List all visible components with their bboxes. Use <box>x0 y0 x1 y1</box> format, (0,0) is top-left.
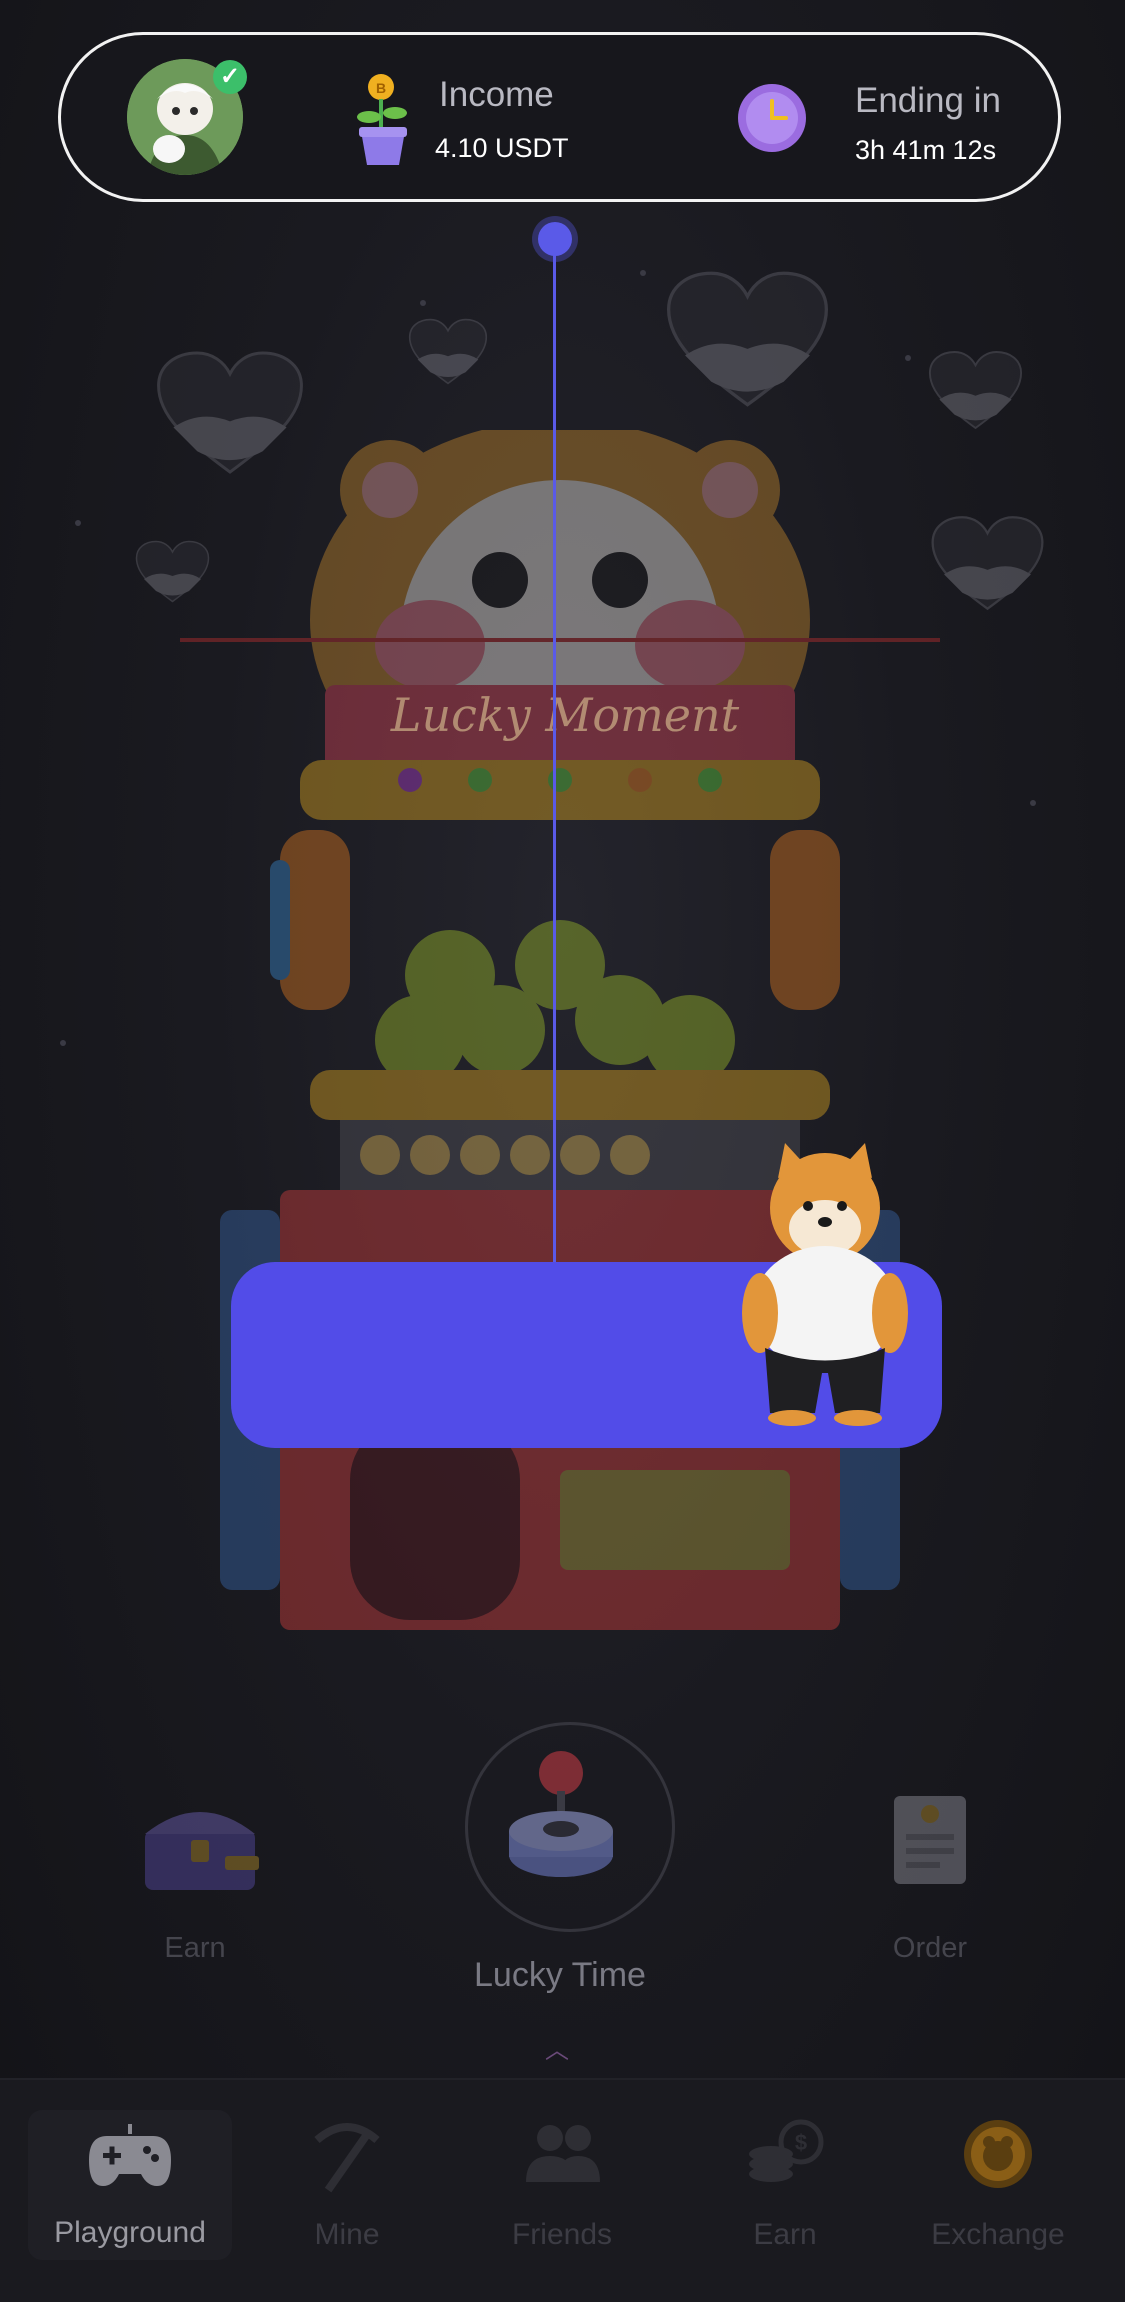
heart-icon <box>408 318 488 385</box>
machine-title: Lucky Moment <box>390 688 740 742</box>
star-decoration <box>75 520 81 526</box>
income-label: Income <box>439 75 554 114</box>
nav-label-earn: Earn <box>753 2218 817 2251</box>
receipt-icon[interactable] <box>880 1790 980 1890</box>
claw-string <box>553 240 556 1265</box>
nav-item-playground[interactable]: Playground <box>28 2110 232 2260</box>
star-decoration <box>905 355 911 361</box>
exchange-coin-icon <box>964 2120 1032 2188</box>
claw-pivot <box>538 222 572 256</box>
verified-badge-icon: ✓ <box>213 60 247 94</box>
star-decoration <box>1030 800 1036 806</box>
nav-label-friends: Friends <box>511 2218 613 2251</box>
countdown-timer: 3h 41m 12s <box>855 135 997 165</box>
nav-item-friends[interactable]: Friends <box>462 2080 662 2302</box>
star-decoration <box>60 1040 66 1046</box>
nav-label-exchange: Exchange <box>931 2218 1065 2251</box>
ending-in-label: Ending in <box>855 81 1001 120</box>
order-action-label[interactable]: Order <box>830 1932 1030 1965</box>
claw-machine-illustration <box>180 430 940 1630</box>
shiba-mascot-icon <box>742 1143 908 1426</box>
income-value: 4.10 USDT <box>435 133 569 163</box>
nav-item-exchange[interactable]: Exchange <box>898 2080 1098 2302</box>
heart-icon <box>928 351 1023 430</box>
gamepad-icon <box>89 2124 171 2186</box>
treasure-chest-icon[interactable] <box>135 1790 265 1900</box>
nav-label-mine: Mine <box>314 2218 380 2251</box>
svg-text:$: $ <box>795 2130 807 2155</box>
bottom-navigation: Playground Mine Friends $ Earn Exchange <box>0 2078 1125 2302</box>
status-header: ✓ B Income 4.10 USDT Ending in 3h 41m 12… <box>58 32 1061 202</box>
nav-item-earn[interactable]: $ Earn <box>685 2080 885 2302</box>
coins-icon: $ <box>749 2119 824 2182</box>
earn-action-label[interactable]: Earn <box>95 1932 295 1965</box>
friends-icon <box>526 2125 600 2182</box>
heart-icon <box>666 271 829 407</box>
lucky-time-label[interactable]: Lucky Time <box>430 1956 690 1995</box>
svg-text:B: B <box>376 80 386 96</box>
star-decoration <box>640 270 646 276</box>
money-plant-icon: B <box>357 74 407 165</box>
star-decoration <box>420 300 426 306</box>
heart-icon <box>931 516 1044 611</box>
nav-item-mine[interactable]: Mine <box>247 2080 447 2302</box>
joystick-icon[interactable] <box>505 1745 617 1885</box>
pickaxe-icon <box>314 2123 380 2193</box>
chevron-up-icon: ︿ <box>545 2037 569 2064</box>
nav-label-playground: Playground <box>54 2216 206 2249</box>
clock-icon <box>738 84 806 152</box>
